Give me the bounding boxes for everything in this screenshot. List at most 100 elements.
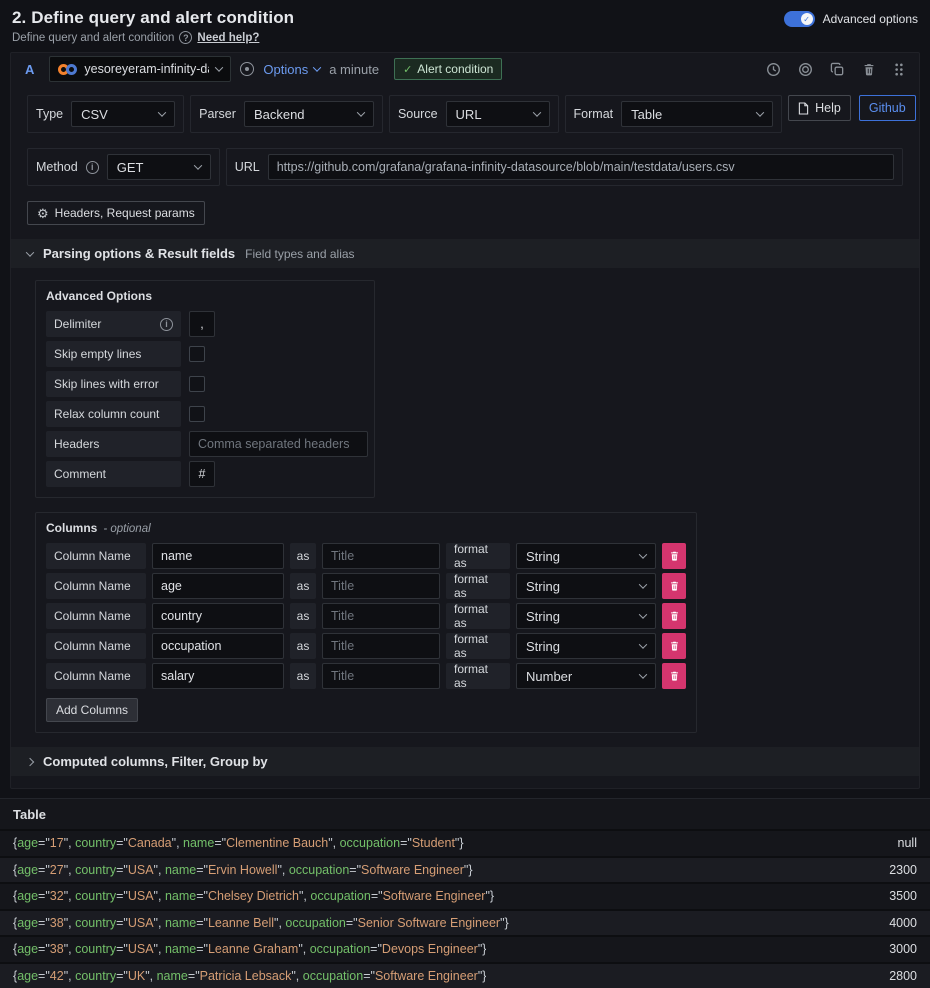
column-title-input[interactable]	[322, 633, 440, 659]
computed-columns-section-header[interactable]: Computed columns, Filter, Group by	[11, 747, 919, 776]
column-row: Column Name as format as String	[46, 633, 686, 659]
add-columns-button[interactable]: Add Columns	[46, 698, 138, 722]
gear-icon: ⚙	[37, 207, 49, 220]
query-editor-panel: A yesoreyeram-infinity-da Options a minu…	[10, 52, 920, 789]
columns-box: Columns - optional Column Name as format…	[35, 512, 697, 733]
parser-select[interactable]: Backend	[244, 101, 374, 127]
chevron-down-icon	[26, 248, 34, 256]
comment-input[interactable]	[189, 461, 215, 487]
column-name-input[interactable]	[152, 543, 284, 569]
method-field-group: Method i GET	[27, 148, 220, 186]
delete-column-button[interactable]	[662, 633, 686, 659]
chevron-down-icon	[215, 63, 223, 71]
parsing-options-section-header[interactable]: Parsing options & Result fields Field ty…	[11, 239, 919, 268]
column-name-label: Column Name	[46, 663, 146, 689]
url-input[interactable]	[268, 154, 894, 180]
column-format-select[interactable]: String	[516, 543, 656, 569]
delete-column-button[interactable]	[662, 573, 686, 599]
column-name-input[interactable]	[152, 663, 284, 689]
chevron-right-icon	[26, 757, 34, 765]
column-row: Column Name as format as Number	[46, 663, 686, 689]
format-as-label: format as	[446, 573, 510, 599]
datasource-name: yesoreyeram-infinity-da	[84, 62, 209, 76]
chevron-down-icon	[158, 108, 166, 116]
format-field-group: Format Table	[565, 95, 783, 133]
advanced-options-box: Advanced Options Delimiter i Skip empty …	[35, 280, 375, 498]
delimiter-input[interactable]	[189, 311, 215, 337]
column-row: Column Name as format as String	[46, 543, 686, 569]
table-row-labels: {age="38", country="USA", name="Leanne G…	[13, 942, 486, 956]
table-row: {age="38", country="USA", name="Leanne G…	[0, 935, 930, 962]
infinity-datasource-icon	[58, 64, 77, 75]
table-row: {age="38", country="USA", name="Leanne B…	[0, 909, 930, 936]
table-row: {age="32", country="USA", name="Chelsey …	[0, 882, 930, 909]
advanced-options-toggle[interactable]: ✓	[784, 11, 815, 27]
chevron-down-icon	[639, 640, 647, 648]
table-row-labels: {age="38", country="USA", name="Leanne B…	[13, 916, 509, 930]
disable-query-icon[interactable]	[798, 62, 813, 77]
as-label: as	[290, 663, 316, 689]
column-title-input[interactable]	[322, 663, 440, 689]
column-format-select[interactable]: String	[516, 603, 656, 629]
toggle-check-icon: ✓	[801, 13, 813, 25]
format-as-label: format as	[446, 543, 510, 569]
delete-column-button[interactable]	[662, 603, 686, 629]
as-label: as	[290, 633, 316, 659]
comment-label: Comment	[46, 461, 181, 487]
skip-empty-lines-checkbox[interactable]	[189, 346, 205, 362]
column-format-select[interactable]: String	[516, 573, 656, 599]
datasource-picker[interactable]: yesoreyeram-infinity-da	[49, 56, 231, 82]
column-format-select[interactable]: String	[516, 633, 656, 659]
table-row-labels: {age="27", country="USA", name="Ervin Ho…	[13, 863, 473, 877]
table-row-labels: {age="42", country="UK", name="Patricia …	[13, 969, 486, 983]
source-label: Source	[398, 107, 438, 121]
format-select[interactable]: Table	[621, 101, 773, 127]
column-title-input[interactable]	[322, 573, 440, 599]
delimiter-label: Delimiter i	[46, 311, 181, 337]
column-name-input[interactable]	[152, 633, 284, 659]
info-icon: i	[160, 318, 173, 331]
column-title-input[interactable]	[322, 603, 440, 629]
table-row-value: 3000	[889, 942, 917, 956]
need-help-link[interactable]: Need help?	[197, 32, 259, 44]
column-format-select[interactable]: Number	[516, 663, 656, 689]
type-label: Type	[36, 107, 63, 121]
column-title-input[interactable]	[322, 543, 440, 569]
help-button[interactable]: Help	[788, 95, 851, 121]
format-as-label: format as	[446, 663, 510, 689]
options-info-icon	[240, 62, 254, 76]
remove-query-trash-icon[interactable]	[862, 62, 876, 77]
github-button[interactable]: Github	[859, 95, 916, 121]
type-select[interactable]: CSV	[71, 101, 175, 127]
column-name-label: Column Name	[46, 633, 146, 659]
method-label: Method	[36, 160, 78, 174]
column-name-input[interactable]	[152, 573, 284, 599]
options-button[interactable]: Options	[263, 62, 320, 77]
history-clock-icon[interactable]	[766, 62, 781, 77]
drag-handle-icon[interactable]	[893, 62, 905, 77]
csv-headers-input[interactable]	[189, 431, 368, 457]
query-time-info: a minute	[329, 62, 379, 77]
chevron-down-icon	[639, 580, 647, 588]
column-name-label: Column Name	[46, 543, 146, 569]
page-title: 2. Define query and alert condition	[12, 8, 294, 28]
duplicate-query-icon[interactable]	[830, 62, 845, 77]
source-select[interactable]: URL	[446, 101, 550, 127]
delete-column-button[interactable]	[662, 543, 686, 569]
chevron-down-icon	[357, 108, 365, 116]
delete-column-button[interactable]	[662, 663, 686, 689]
source-field-group: Source URL	[389, 95, 559, 133]
check-icon: ✓	[403, 63, 412, 76]
chevron-down-icon	[313, 63, 321, 71]
table-panel-title: Table	[0, 799, 930, 829]
skip-lines-with-error-checkbox[interactable]	[189, 376, 205, 392]
chevron-down-icon	[639, 670, 647, 678]
page-subtitle: Define query and alert condition	[12, 32, 174, 44]
chevron-down-icon	[639, 550, 647, 558]
column-name-input[interactable]	[152, 603, 284, 629]
relax-column-count-checkbox[interactable]	[189, 406, 205, 422]
column-name-label: Column Name	[46, 573, 146, 599]
headers-request-params-button[interactable]: ⚙ Headers, Request params	[27, 201, 205, 225]
relax-column-count-label: Relax column count	[46, 401, 181, 427]
method-select[interactable]: GET	[107, 154, 211, 180]
